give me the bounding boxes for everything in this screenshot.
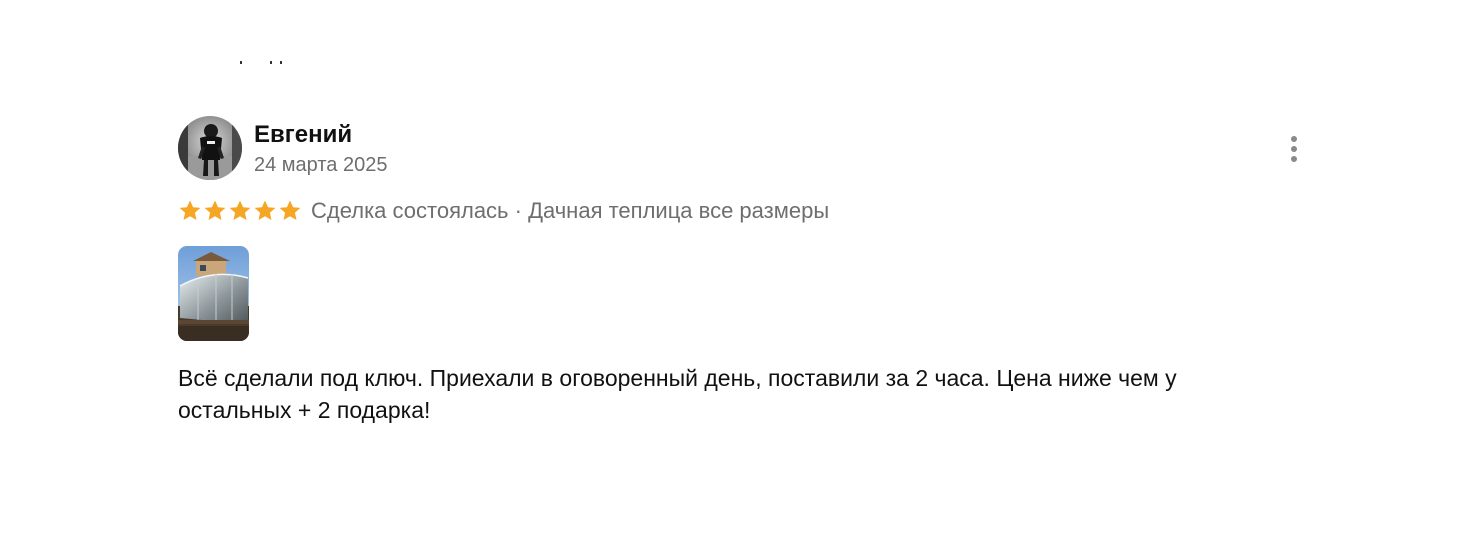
fragment-dot — [280, 61, 282, 64]
star-icon — [254, 200, 276, 220]
star-icon — [204, 200, 226, 220]
author-name[interactable]: Евгений — [254, 120, 352, 150]
rating-stars — [178, 199, 303, 223]
star-icon — [229, 200, 251, 220]
review-photo[interactable] — [178, 246, 249, 341]
star-icon — [179, 200, 201, 220]
more-options-button[interactable] — [1282, 134, 1306, 164]
rating-row: Сделка состоялась · Дачная теплица все р… — [178, 196, 829, 226]
greenhouse-photo — [178, 246, 249, 341]
top-fragment — [240, 58, 300, 64]
star-icon — [279, 200, 301, 220]
fragment-dot — [270, 61, 272, 64]
fragment-dot — [240, 61, 242, 64]
review-date: 24 марта 2025 — [254, 154, 388, 176]
deal-meta: Сделка состоялась · Дачная теплица все р… — [311, 198, 830, 223]
review-text: Всё сделали под ключ. Приехали в оговоре… — [178, 365, 1177, 423]
avatar[interactable] — [178, 116, 242, 180]
user-avatar-photo — [178, 116, 242, 180]
